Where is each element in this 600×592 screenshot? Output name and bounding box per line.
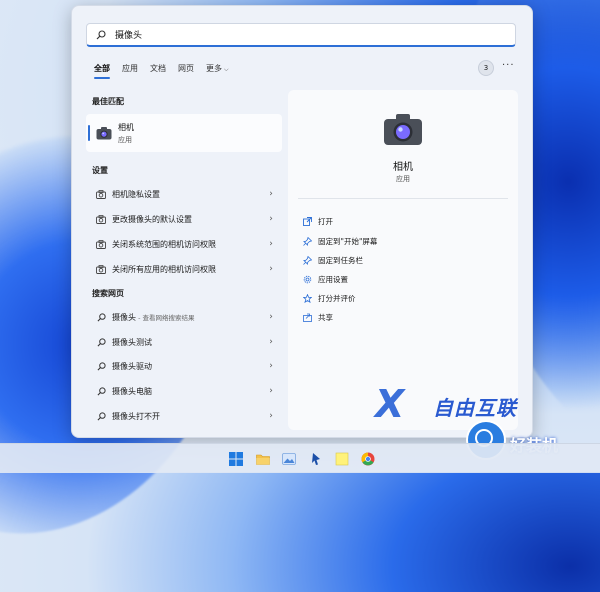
- search-icon: [96, 411, 106, 421]
- tab-more[interactable]: 更多 ⌵: [206, 63, 229, 79]
- tab-documents[interactable]: 文档: [150, 63, 166, 79]
- tab-web[interactable]: 网页: [178, 63, 194, 79]
- file-explorer-icon[interactable]: [256, 451, 270, 465]
- preview-pane: 相机 应用 打开 固定到"开始"屏幕 固定到任务栏 应用设置 打分并评价 共享: [288, 90, 518, 430]
- chevron-right-icon: ›: [269, 411, 273, 421]
- best-match-name: 相机: [118, 122, 134, 132]
- chevron-down-icon: ⌵: [224, 66, 229, 73]
- settings-item-label: 关闭系统范围的相机访问权限: [112, 239, 216, 249]
- action-rate-review[interactable]: 打分并评价: [302, 290, 356, 306]
- action-app-settings[interactable]: 应用设置: [302, 271, 348, 287]
- search-icon: [96, 386, 106, 396]
- search-panel: 全部 应用 文档 网页 更多⌵ 3 ··· 最佳匹配 相机 应用 设置 相机隐私…: [71, 5, 533, 438]
- settings-item[interactable]: 关闭系统范围的相机访问权限 ›: [86, 234, 282, 254]
- camera-app-icon: [384, 114, 422, 145]
- web-search-heading: 搜索网页: [92, 289, 124, 298]
- result-count-badge: 3: [478, 60, 494, 76]
- preview-app-name: 相机: [393, 162, 413, 173]
- chevron-right-icon: ›: [269, 361, 273, 371]
- search-icon: [96, 337, 106, 347]
- search-icon: [96, 312, 106, 322]
- more-options-button[interactable]: ···: [502, 60, 515, 71]
- chevron-right-icon: ›: [269, 264, 273, 274]
- divider: [298, 198, 508, 199]
- search-box[interactable]: [86, 23, 516, 47]
- search-icon: [95, 29, 107, 41]
- search-input[interactable]: [115, 25, 495, 44]
- web-search-item-label: 摄像头驱动: [112, 361, 152, 371]
- action-label: 共享: [318, 312, 333, 322]
- pin-icon[interactable]: [309, 451, 323, 465]
- camera-settings-icon: [96, 214, 106, 224]
- chevron-right-icon: ›: [269, 214, 273, 224]
- web-search-item-label: 摄像头打不开: [112, 411, 160, 421]
- watermark-text: 自由互联: [433, 396, 517, 420]
- tab-label: 应用: [122, 64, 138, 73]
- best-match-type: 应用: [118, 135, 132, 144]
- settings-item-label: 更改摄像头的默认设置: [112, 214, 192, 224]
- search-icon: [96, 361, 106, 371]
- chevron-right-icon: ›: [269, 239, 273, 249]
- tab-label: 网页: [178, 64, 194, 73]
- chevron-right-icon: ›: [269, 386, 273, 396]
- tab-label: 文档: [150, 64, 166, 73]
- photos-icon[interactable]: [282, 451, 296, 465]
- settings-item[interactable]: 相机隐私设置 ›: [86, 184, 282, 204]
- settings-item-label: 相机隐私设置: [112, 189, 160, 199]
- web-search-item[interactable]: 摄像头驱动 ›: [86, 356, 282, 376]
- web-search-item[interactable]: 摄像头测试 ›: [86, 332, 282, 352]
- settings-item[interactable]: 关闭所有应用的相机访问权限 ›: [86, 259, 282, 279]
- web-search-hint: - 查看网络搜索结果: [136, 313, 195, 322]
- web-search-item[interactable]: 摄像头电脑 ›: [86, 381, 282, 401]
- best-match-item[interactable]: 相机 应用: [86, 114, 282, 152]
- action-label: 打开: [318, 216, 333, 226]
- chevron-right-icon: ›: [269, 337, 273, 347]
- web-search-item[interactable]: 摄像头打不开 ›: [86, 406, 282, 426]
- chevron-right-icon: ›: [269, 312, 273, 322]
- camera-app-icon: [96, 127, 112, 140]
- settings-heading: 设置: [92, 166, 108, 175]
- action-label: 打分并评价: [318, 293, 356, 303]
- star-icon: [302, 293, 312, 303]
- gear-icon: [302, 274, 312, 284]
- web-search-item-label: 摄像头 - 查看网络搜索结果: [112, 312, 266, 323]
- chrome-icon[interactable]: [361, 451, 375, 466]
- tab-apps[interactable]: 应用: [122, 63, 138, 79]
- windows-start-icon[interactable]: [229, 451, 243, 466]
- action-pin-start[interactable]: 固定到"开始"屏幕: [302, 233, 377, 249]
- action-share[interactable]: 共享: [302, 309, 333, 325]
- pin-icon: [302, 255, 312, 265]
- settings-item-label: 关闭所有应用的相机访问权限: [112, 264, 216, 274]
- watermark-mark: X: [375, 382, 405, 426]
- share-icon: [302, 312, 312, 322]
- web-search-term: 摄像头: [112, 312, 136, 322]
- web-search-item[interactable]: 摄像头 - 查看网络搜索结果 ›: [86, 307, 282, 327]
- camera-settings-icon: [96, 239, 106, 249]
- notes-icon[interactable]: [335, 451, 349, 466]
- tab-label: 更多: [206, 64, 222, 73]
- action-label: 应用设置: [318, 274, 348, 284]
- action-label: 固定到"开始"屏幕: [318, 236, 378, 246]
- web-search-item-label: 摄像头电脑: [112, 386, 152, 396]
- camera-settings-icon: [96, 189, 106, 199]
- preview-app-type: 应用: [396, 175, 410, 183]
- action-open[interactable]: 打开: [302, 213, 333, 229]
- tab-label: 全部: [94, 64, 110, 73]
- pin-icon: [302, 236, 312, 246]
- best-match-heading: 最佳匹配: [92, 97, 124, 106]
- camera-settings-icon: [96, 264, 106, 274]
- search-tabs: 全部 应用 文档 网页 更多 ⌵: [94, 63, 241, 79]
- web-search-item-label: 摄像头测试: [112, 337, 152, 347]
- action-pin-taskbar[interactable]: 固定到任务栏: [302, 252, 363, 268]
- action-label: 固定到任务栏: [318, 255, 363, 265]
- settings-item[interactable]: 更改摄像头的默认设置 ›: [86, 209, 282, 229]
- chevron-right-icon: ›: [269, 189, 273, 199]
- tab-all[interactable]: 全部: [94, 63, 110, 79]
- taskbar: [0, 443, 600, 473]
- open-icon: [302, 216, 312, 226]
